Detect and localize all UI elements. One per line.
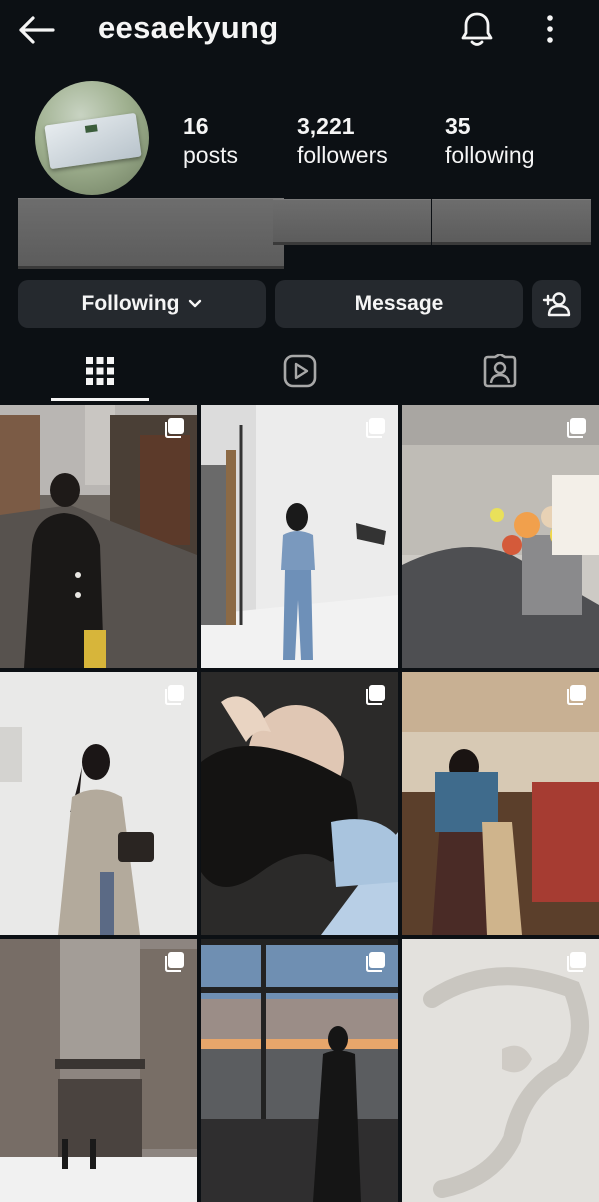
following-count[interactable]: 35 following — [445, 112, 535, 170]
carousel-icon — [567, 685, 586, 705]
selfie-photo — [201, 672, 398, 935]
following-button[interactable]: Following — [18, 280, 266, 328]
post-thumbnail[interactable] — [0, 672, 197, 935]
carousel-icon — [165, 418, 184, 438]
redacted-bio-block — [273, 200, 431, 242]
following-label: following — [445, 142, 535, 168]
followers-value: 3,221 — [297, 113, 355, 139]
profile-username: eesaekyung — [98, 10, 279, 45]
snow-drawing-photo — [402, 939, 599, 1202]
chevron-down-icon — [189, 299, 202, 308]
post-thumbnail[interactable] — [201, 672, 398, 935]
carousel-icon — [567, 418, 586, 438]
posts-count: 16 posts — [183, 112, 238, 170]
post-thumbnail[interactable] — [0, 405, 197, 668]
carousel-icon — [366, 418, 385, 438]
tagged-person-icon — [483, 354, 516, 388]
bell-icon — [461, 12, 493, 46]
carousel-icon — [366, 952, 385, 972]
posts-value: 16 — [183, 113, 209, 139]
street-photo — [0, 405, 197, 668]
studio-photo — [201, 405, 398, 668]
avatar-photo-card — [44, 112, 142, 170]
carousel-icon — [366, 685, 385, 705]
profile-avatar[interactable] — [35, 81, 149, 195]
notifications-button[interactable] — [454, 8, 500, 50]
following-value: 35 — [445, 113, 471, 139]
flowers-photo — [402, 405, 599, 668]
reels-icon — [283, 354, 316, 388]
active-tab-indicator — [51, 398, 149, 401]
post-thumbnail[interactable] — [402, 672, 599, 935]
carousel-icon — [165, 952, 184, 972]
bookstore-photo — [402, 672, 599, 935]
top-bar: eesaekyung — [0, 0, 599, 60]
redacted-bio-block — [18, 199, 284, 266]
carousel-icon — [165, 685, 184, 705]
back-arrow-icon — [19, 16, 55, 44]
posts-label: posts — [183, 142, 238, 168]
grid-icon — [85, 357, 114, 385]
tab-reels[interactable] — [200, 340, 399, 402]
profile-tabs — [0, 340, 599, 402]
post-thumbnail[interactable] — [402, 939, 599, 1202]
carousel-icon — [567, 952, 586, 972]
followers-count[interactable]: 3,221 followers — [297, 112, 388, 170]
back-button[interactable] — [14, 10, 58, 50]
following-button-label: Following — [81, 292, 180, 315]
snow-building-photo — [0, 939, 197, 1202]
followers-label: followers — [297, 142, 388, 168]
tab-tagged[interactable] — [400, 340, 599, 402]
post-thumbnail[interactable] — [201, 939, 398, 1202]
post-thumbnail[interactable] — [201, 405, 398, 668]
tab-grid[interactable] — [0, 340, 199, 402]
message-button[interactable]: Message — [275, 280, 523, 328]
add-person-icon — [542, 292, 570, 317]
more-vertical-icon — [547, 15, 553, 43]
post-thumbnail[interactable] — [402, 405, 599, 668]
suggested-users-button[interactable] — [532, 280, 581, 328]
post-thumbnail[interactable] — [0, 939, 197, 1202]
more-options-button[interactable] — [530, 8, 570, 50]
redacted-bio-block — [432, 200, 591, 242]
message-button-label: Message — [354, 292, 444, 315]
airport-window-photo — [201, 939, 398, 1202]
trench-coat-photo — [0, 672, 197, 935]
